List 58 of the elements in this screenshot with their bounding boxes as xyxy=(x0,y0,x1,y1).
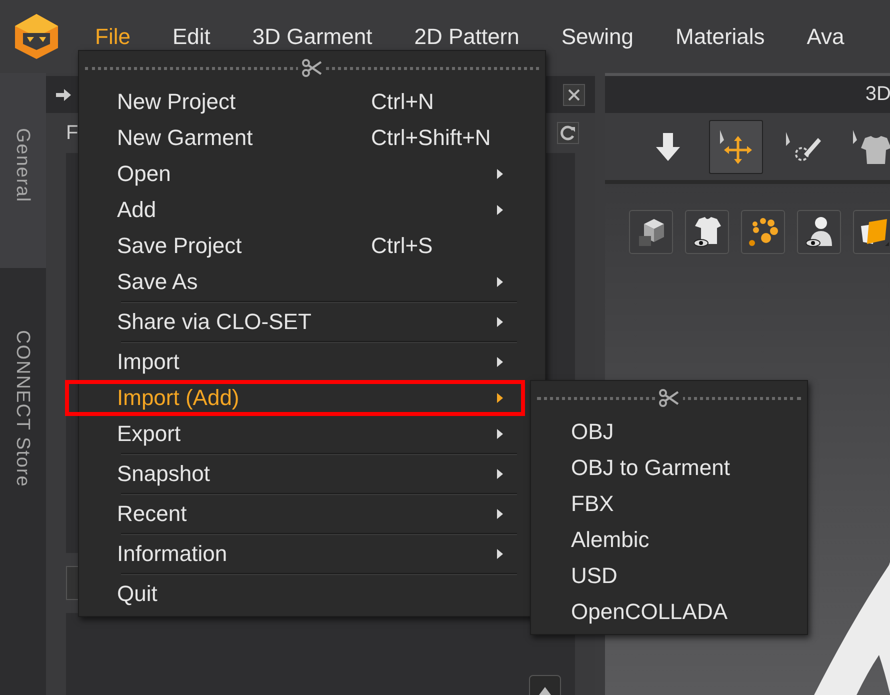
menu-title[interactable]: Edit xyxy=(151,22,232,52)
menu-item[interactable]: OBJ xyxy=(531,414,807,450)
viewport-title: 3D xyxy=(865,83,890,106)
fabric-icon xyxy=(861,218,889,246)
dots-icon xyxy=(748,218,778,246)
garment-icon xyxy=(853,130,890,164)
menu-item[interactable]: Save As xyxy=(79,264,545,304)
menu-item[interactable]: Open xyxy=(79,156,545,192)
menu-item[interactable]: OBJ to Garment xyxy=(531,450,807,486)
person-eye-icon xyxy=(806,217,832,247)
shortcut-label: Ctrl+S xyxy=(371,233,433,259)
pen-icon xyxy=(786,132,822,161)
side-tab[interactable]: CONNECT Store xyxy=(0,268,46,488)
submenu-arrow-icon xyxy=(497,429,503,439)
up-arrow-icon xyxy=(539,687,551,695)
toolbar-button[interactable] xyxy=(709,120,763,174)
tool-button[interactable] xyxy=(629,210,673,254)
menu-item[interactable]: New Garment Ctrl+Shift+N xyxy=(79,120,545,156)
arrow-icon[interactable] xyxy=(56,88,72,102)
shortcut-label: Ctrl+Shift+N xyxy=(371,125,491,151)
tool-button[interactable] xyxy=(797,210,841,254)
cube-icon xyxy=(638,218,664,246)
submenu-arrow-icon xyxy=(497,169,503,179)
close-icon[interactable] xyxy=(563,84,585,106)
menu-item[interactable]: Add xyxy=(79,192,545,228)
tool-button[interactable] xyxy=(685,210,729,254)
refresh-icon[interactable] xyxy=(557,122,579,144)
shortcut-label: Ctrl+N xyxy=(371,89,434,115)
menu-title[interactable]: Ava xyxy=(786,22,866,52)
menu-item[interactable]: New Project Ctrl+N xyxy=(79,84,545,120)
side-tab[interactable]: General xyxy=(0,73,46,268)
submenu-arrow-icon xyxy=(497,277,503,287)
tool-button[interactable] xyxy=(741,210,785,254)
menu-title[interactable]: File xyxy=(95,22,152,52)
down-arrow-icon xyxy=(656,132,680,160)
menu-item[interactable]: Alembic xyxy=(531,522,807,558)
submenu-arrow-icon xyxy=(497,357,503,367)
submenu-arrow-icon xyxy=(497,549,503,559)
menu-title[interactable]: Sewing xyxy=(540,22,655,52)
menu-item[interactable]: USD xyxy=(531,558,807,594)
menu-title[interactable]: 2D Pattern xyxy=(393,22,540,52)
panel-label: F xyxy=(66,122,78,144)
submenu-arrow-icon xyxy=(497,509,503,519)
menu-title[interactable]: 3D Garment xyxy=(231,22,394,52)
menu-item[interactable]: Import xyxy=(79,344,545,380)
tool-button[interactable] xyxy=(853,210,890,254)
menu-item[interactable]: Share via CLO-SET xyxy=(79,304,545,344)
submenu-arrow-icon xyxy=(497,393,503,403)
menu-item[interactable]: OpenCOLLADA xyxy=(531,594,807,630)
submenu-arrow-icon xyxy=(497,205,503,215)
menu-item[interactable]: Save Project Ctrl+S xyxy=(79,228,545,264)
submenu-arrow-icon xyxy=(497,317,503,327)
app-logo[interactable] xyxy=(13,13,60,60)
shirt-eye-icon xyxy=(694,217,720,247)
menu-title[interactable]: Materials xyxy=(654,22,786,52)
submenu-arrow-icon xyxy=(497,469,503,479)
menu-item[interactable]: FBX xyxy=(531,486,807,522)
move-icon xyxy=(720,130,752,164)
